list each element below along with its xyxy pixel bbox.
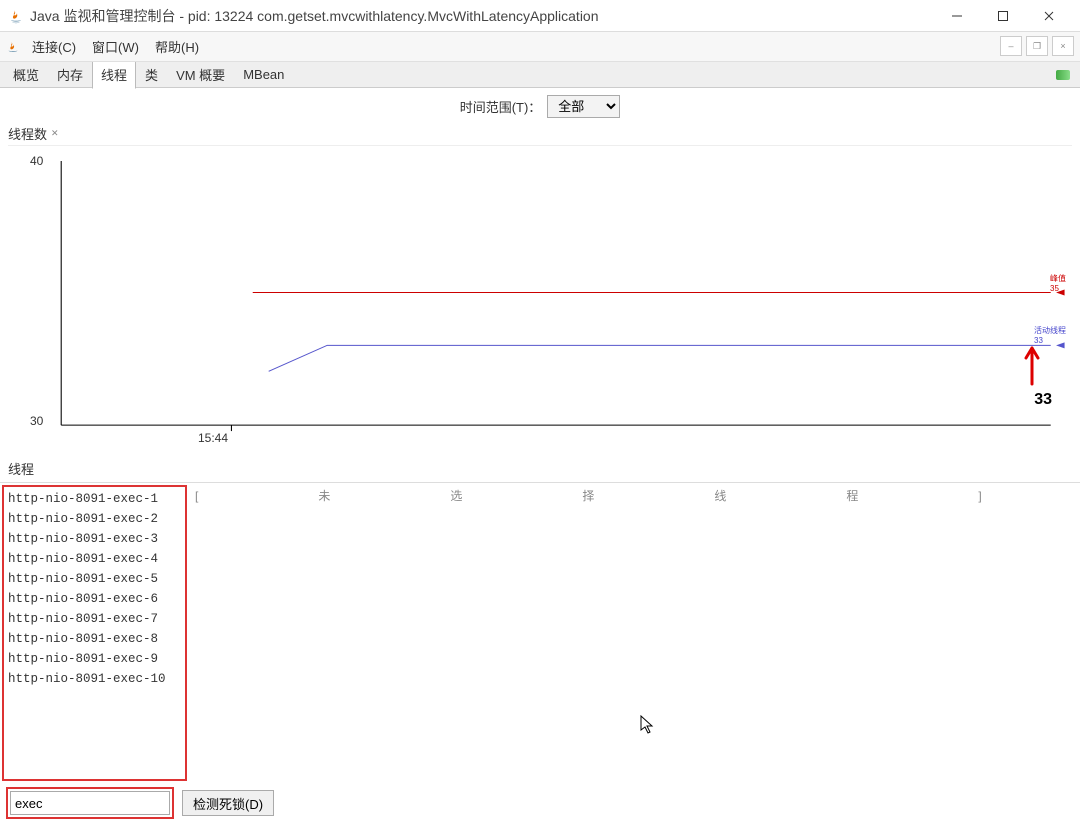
time-range-label: 时间范围(T)： <box>460 97 542 116</box>
chart-title: 线程数 <box>8 124 47 143</box>
thread-list-item[interactable]: http-nio-8091-exec-5 <box>8 569 181 589</box>
thread-count-chart[interactable]: 40 30 15:44 峰值 35 活动线程 33 33 <box>8 145 1072 455</box>
java-icon <box>6 40 20 54</box>
thread-list-item[interactable]: http-nio-8091-exec-4 <box>8 549 181 569</box>
tab-threads[interactable]: 线程 <box>92 60 136 89</box>
menu-connect[interactable]: 连接(C) <box>24 33 84 60</box>
detect-deadlock-button[interactable]: 检测死锁(D) <box>182 790 274 816</box>
legend-peak: 峰值 35 <box>1050 274 1066 293</box>
mdi-window-controls: – ❐ × <box>1000 36 1074 56</box>
chart-controls: 时间范围(T)： 全部 <box>0 88 1080 124</box>
thread-list-item[interactable]: http-nio-8091-exec-9 <box>8 649 181 669</box>
tab-overview[interactable]: 概览 <box>4 60 48 89</box>
thread-list-item[interactable]: http-nio-8091-exec-10 <box>8 669 181 689</box>
legend-live: 活动线程 33 <box>1034 326 1066 345</box>
tab-memory[interactable]: 内存 <box>48 60 92 89</box>
threads-section-title: 线程 <box>0 455 1080 483</box>
thread-list-item[interactable]: http-nio-8091-exec-7 <box>8 609 181 629</box>
thread-list-item[interactable]: http-nio-8091-exec-3 <box>8 529 181 549</box>
y-axis-tick-top: 40 <box>30 154 43 168</box>
thread-list-item[interactable]: http-nio-8091-exec-6 <box>8 589 181 609</box>
x-axis-tick: 15:44 <box>198 431 228 445</box>
thread-detail-panel: [未选择线程] <box>187 483 1080 783</box>
java-icon <box>8 8 24 24</box>
window-title: Java 监视和管理控制台 - pid: 13224 com.getset.mv… <box>30 6 934 26</box>
thread-list-item[interactable]: http-nio-8091-exec-8 <box>8 629 181 649</box>
tab-bar: 概览 内存 线程 类 VM 概要 MBean <box>0 62 1080 88</box>
thread-filter-input[interactable] <box>10 791 170 815</box>
menu-help[interactable]: 帮助(H) <box>147 33 207 60</box>
annotation-value: 33 <box>1034 391 1052 409</box>
tab-mbean[interactable]: MBean <box>234 62 293 87</box>
menubar: 连接(C) 窗口(W) 帮助(H) – ❐ × <box>0 32 1080 62</box>
chart-section: 线程数 ✕ 40 30 15:44 峰值 35 活动线程 33 <box>0 124 1080 455</box>
maximize-button[interactable] <box>980 1 1026 31</box>
close-button[interactable] <box>1026 1 1072 31</box>
mdi-restore-button[interactable]: ❐ <box>1026 36 1048 56</box>
menu-window[interactable]: 窗口(W) <box>84 33 147 60</box>
connection-status-icon <box>1056 70 1070 80</box>
time-range-select[interactable]: 全部 <box>547 95 620 118</box>
thread-list-item[interactable]: http-nio-8091-exec-1 <box>8 489 181 509</box>
chart-collapse-icon[interactable]: ✕ <box>51 128 59 139</box>
bottom-bar: 检测死锁(D) <box>0 783 1080 823</box>
thread-list[interactable]: http-nio-8091-exec-1http-nio-8091-exec-2… <box>2 485 187 781</box>
y-axis-tick-bottom: 30 <box>30 414 43 428</box>
tab-vm-summary[interactable]: VM 概要 <box>167 60 234 89</box>
threads-body: http-nio-8091-exec-1http-nio-8091-exec-2… <box>0 483 1080 783</box>
window-titlebar: Java 监视和管理控制台 - pid: 13224 com.getset.mv… <box>0 0 1080 32</box>
annotation-arrow-icon <box>1022 346 1042 389</box>
tab-classes[interactable]: 类 <box>136 60 167 89</box>
minimize-button[interactable] <box>934 1 980 31</box>
thread-list-item[interactable]: http-nio-8091-exec-2 <box>8 509 181 529</box>
mdi-close-button[interactable]: × <box>1052 36 1074 56</box>
mdi-minimize-button[interactable]: – <box>1000 36 1022 56</box>
